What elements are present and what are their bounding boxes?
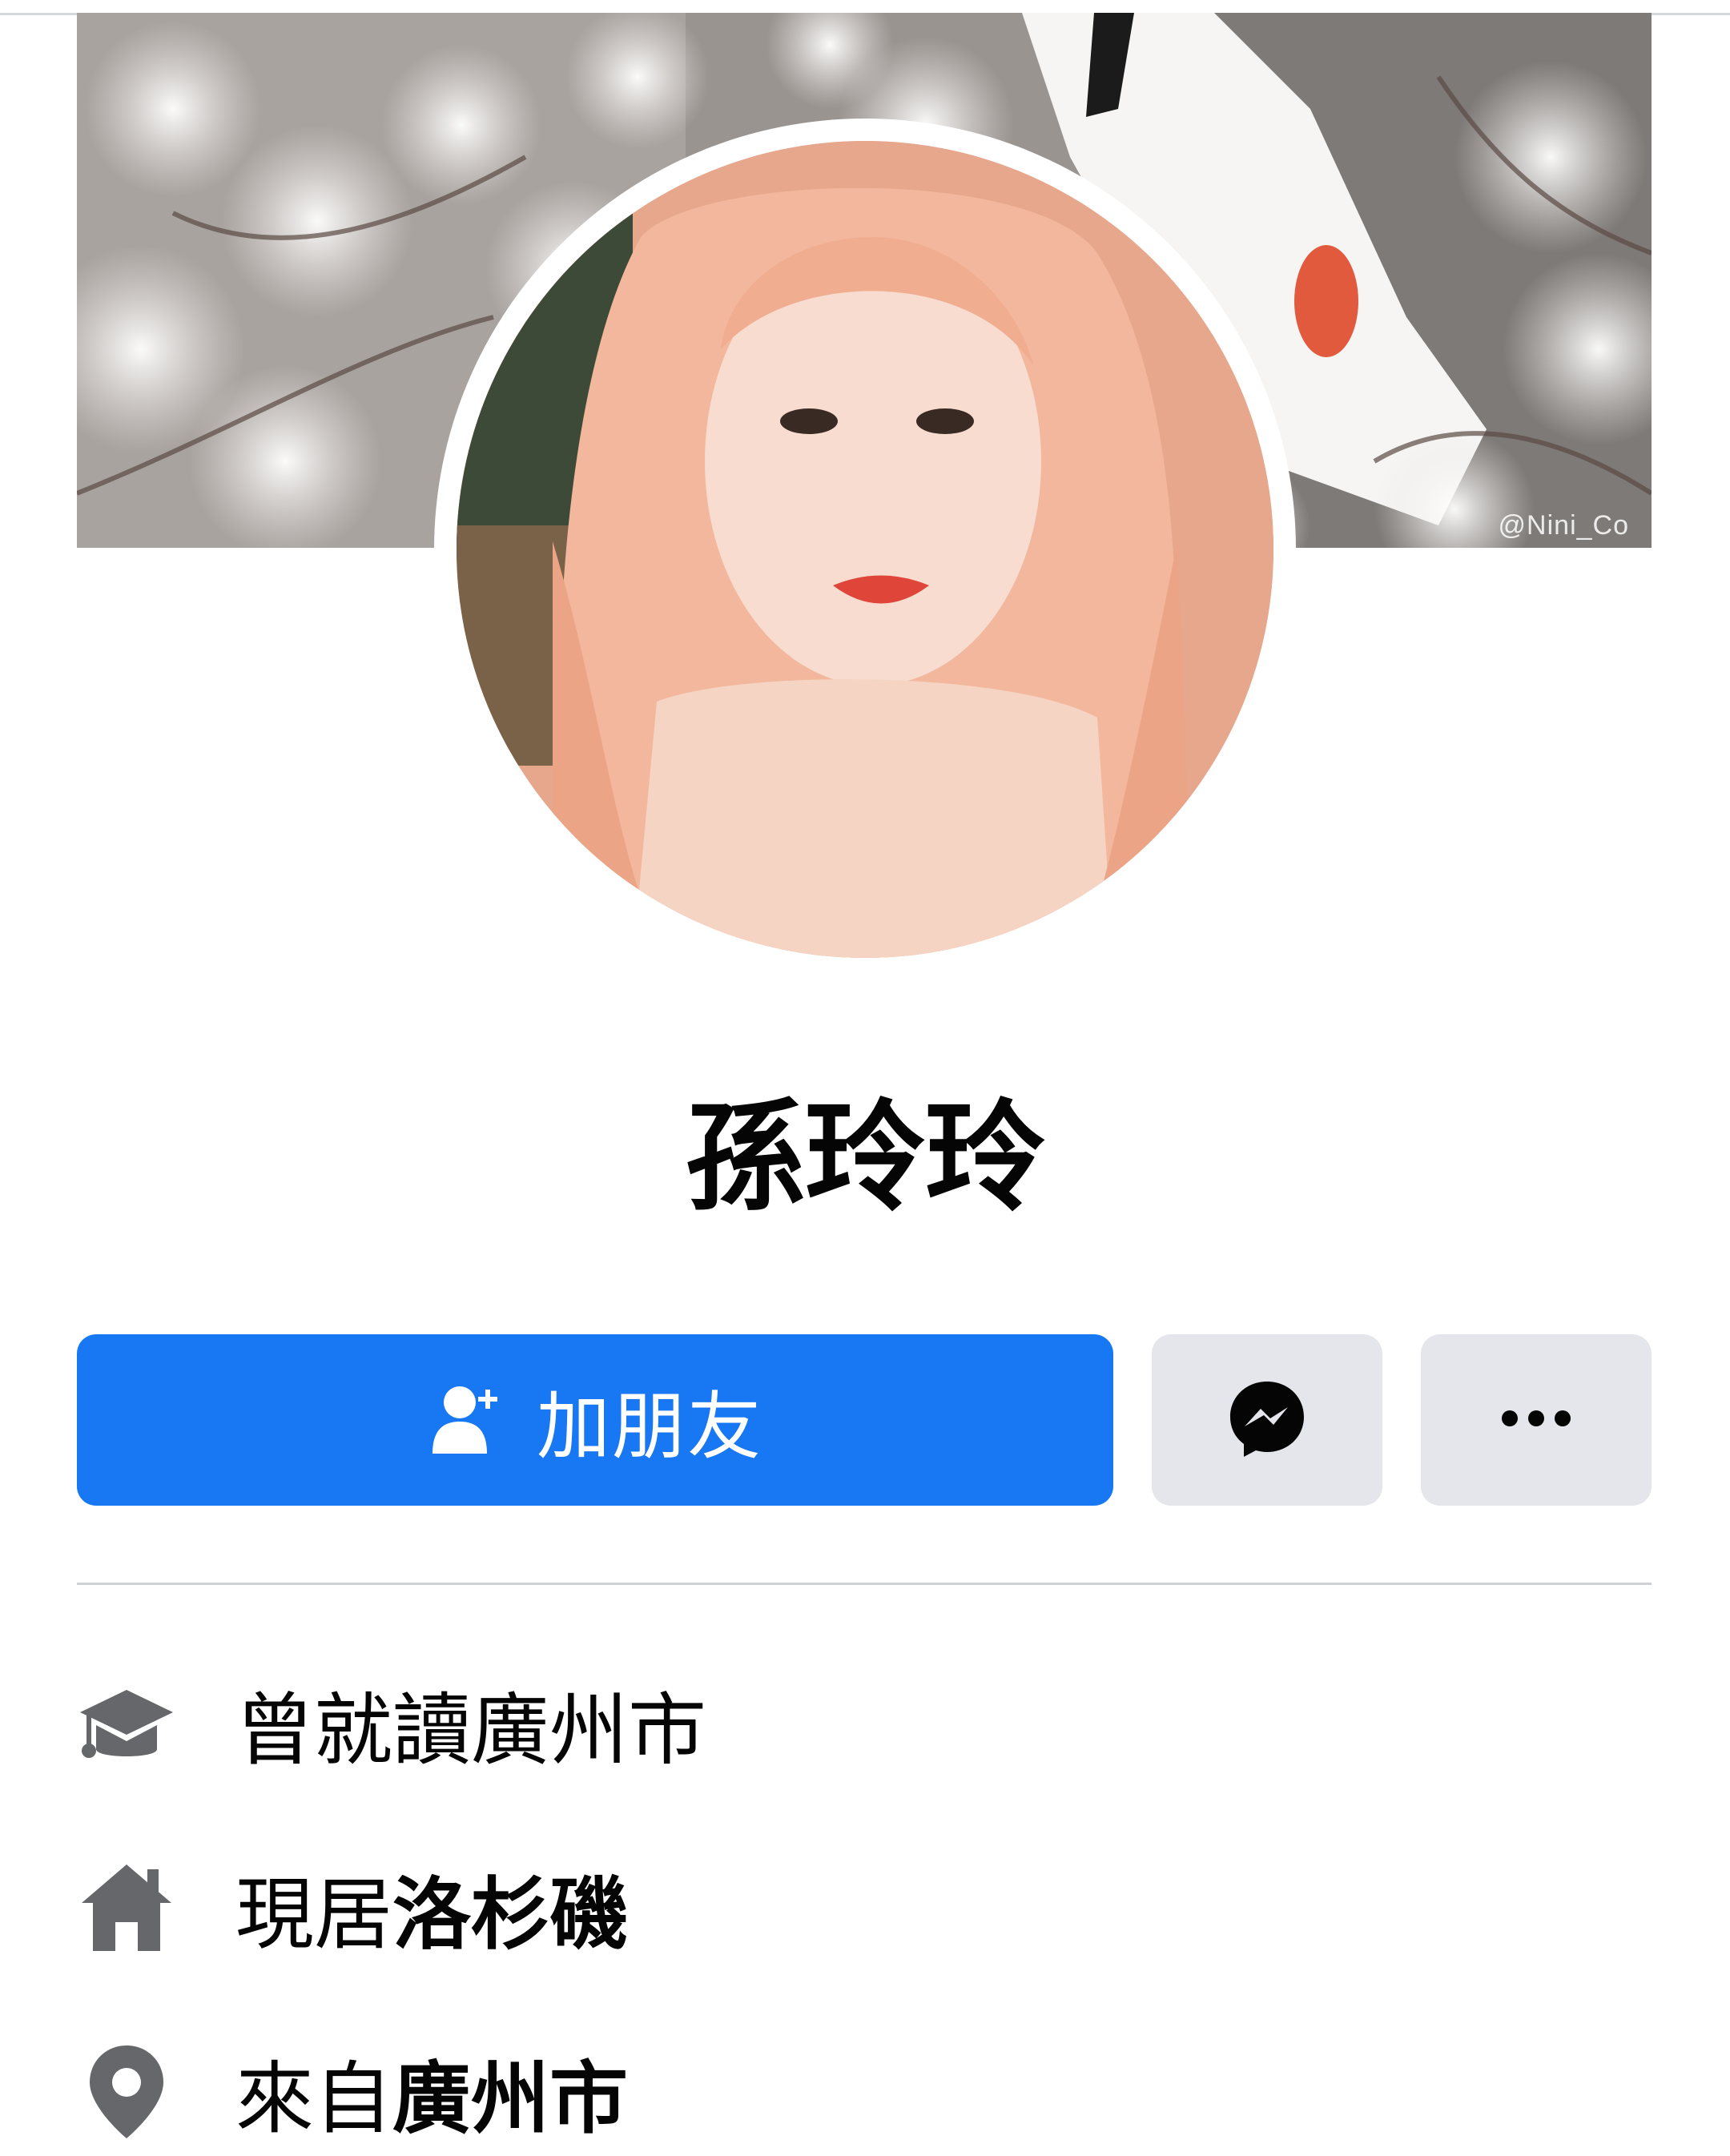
add-friend-icon — [428, 1380, 505, 1460]
hometown-value[interactable]: 廣州市 — [392, 2053, 628, 2145]
hometown-prefix: 來自 — [235, 2053, 393, 2145]
profile-name: 孫玲玲 — [684, 1088, 1045, 1228]
add-friend-button[interactable]: 加朋友 — [77, 1334, 1113, 1506]
add-friend-label: 加朋友 — [536, 1383, 762, 1470]
graduation-cap-icon — [77, 1674, 176, 1773]
education-text: 曾就讀廣州市 — [235, 1685, 707, 1776]
messenger-icon — [1227, 1378, 1307, 1462]
more-options-button[interactable] — [1421, 1334, 1652, 1506]
section-divider — [77, 1583, 1652, 1585]
home-icon — [77, 1858, 176, 1957]
current-city-value[interactable]: 洛杉磯 — [392, 1869, 628, 1961]
intro-item-hometown: 來自廣州市 — [77, 2028, 1652, 2156]
profile-picture[interactable] — [457, 141, 1273, 958]
location-pin-icon — [77, 2042, 176, 2142]
intro-item-education: 曾就讀廣州市 — [77, 1659, 1652, 1788]
cover-watermark: @Nini_Co — [1498, 510, 1629, 541]
more-options-icon — [1500, 1406, 1572, 1434]
messenger-button[interactable] — [1152, 1334, 1382, 1506]
intro-item-current-city: 現居洛杉磯 — [77, 1844, 1652, 1972]
current-city-prefix: 現居 — [235, 1869, 393, 1961]
